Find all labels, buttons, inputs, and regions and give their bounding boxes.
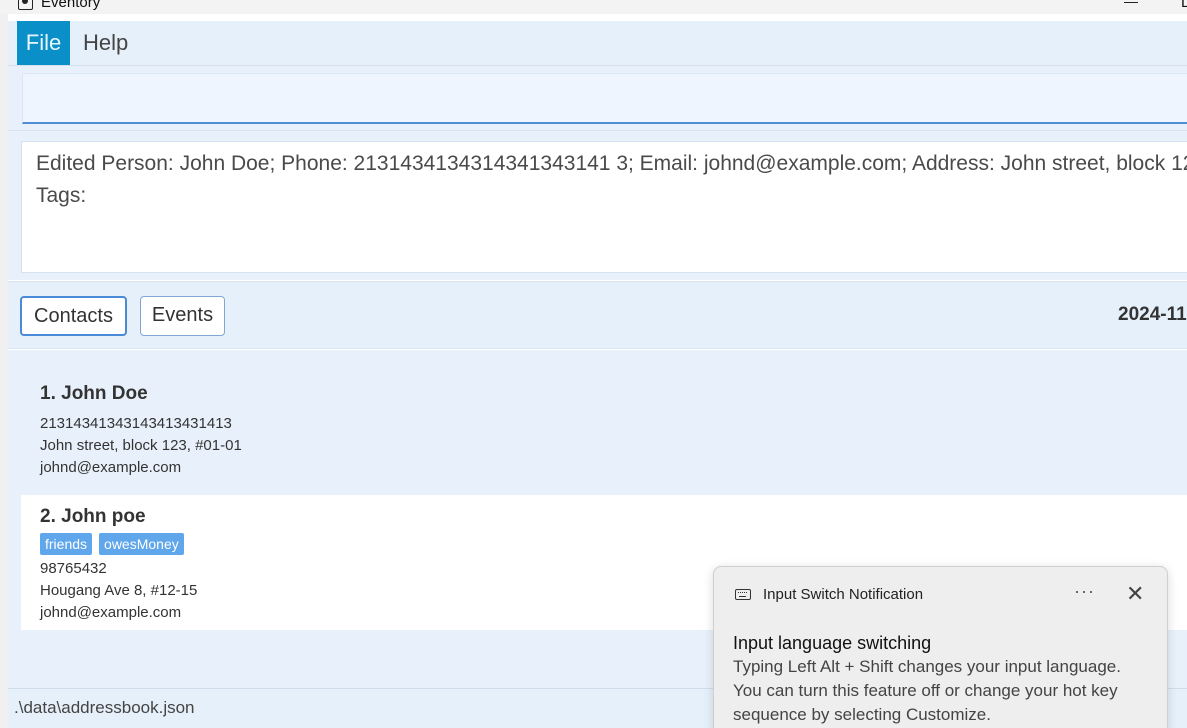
person-card[interactable]: 1. John Doe 21314341343143413431413 John… <box>21 360 1187 495</box>
result-message: Edited Person: John Doe; Phone: 21314341… <box>36 152 1187 175</box>
tag-label: owesMoney <box>99 533 184 555</box>
command-input[interactable] <box>22 73 1187 124</box>
result-tags: Tags: <box>36 184 87 207</box>
window-title: Eventory <box>41 0 101 11</box>
person-address: Hougang Ave 8, #12-15 <box>40 582 198 599</box>
menu-file[interactable]: File <box>17 21 70 65</box>
more-options-button[interactable]: ··· <box>1074 581 1095 602</box>
background-window-strip <box>0 14 8 728</box>
notification-body: Typing Left Alt + Shift changes your inp… <box>733 657 1121 724</box>
person-email: johnd@example.com <box>40 604 182 621</box>
tab-contacts[interactable]: Contacts <box>20 296 127 336</box>
person-phone: 21314341343143413431413 <box>40 415 232 432</box>
title-bar: Eventory L <box>0 0 1187 14</box>
close-icon[interactable]: ✕ <box>1126 583 1144 605</box>
other-window-title: L <box>1181 0 1187 11</box>
person-name: 1. John Doe <box>40 383 148 404</box>
person-address: John street, block 123, #01-01 <box>40 437 242 454</box>
tag-list: friends owesMoney <box>40 533 184 555</box>
keyboard-icon <box>735 589 751 600</box>
person-phone: 98765432 <box>40 560 107 577</box>
tag-label: friends <box>40 533 93 555</box>
notification-app-name: Input Switch Notification <box>763 586 924 603</box>
current-date: 2024-11 <box>1118 304 1187 325</box>
app-icon <box>18 0 33 10</box>
menu-bar: File Help <box>8 21 1187 66</box>
minimize-button[interactable] <box>1124 2 1138 3</box>
menu-help[interactable]: Help <box>71 21 140 65</box>
person-email: johnd@example.com <box>40 459 182 476</box>
result-display[interactable]: Edited Person: John Doe; Phone: 21314341… <box>21 141 1187 273</box>
tab-events[interactable]: Events <box>140 296 225 336</box>
command-box-area <box>8 66 1187 130</box>
notification-toast[interactable]: Input Switch Notification ··· ✕ Input la… <box>713 566 1168 728</box>
person-name: 2. John poe <box>40 506 146 527</box>
notification-title: Input language switching <box>733 633 932 653</box>
save-location: .\data\addressbook.json <box>14 698 195 717</box>
tab-bar: Contacts Events 2024-11 <box>8 281 1187 349</box>
result-display-area: Edited Person: John Doe; Phone: 21314341… <box>8 130 1187 280</box>
